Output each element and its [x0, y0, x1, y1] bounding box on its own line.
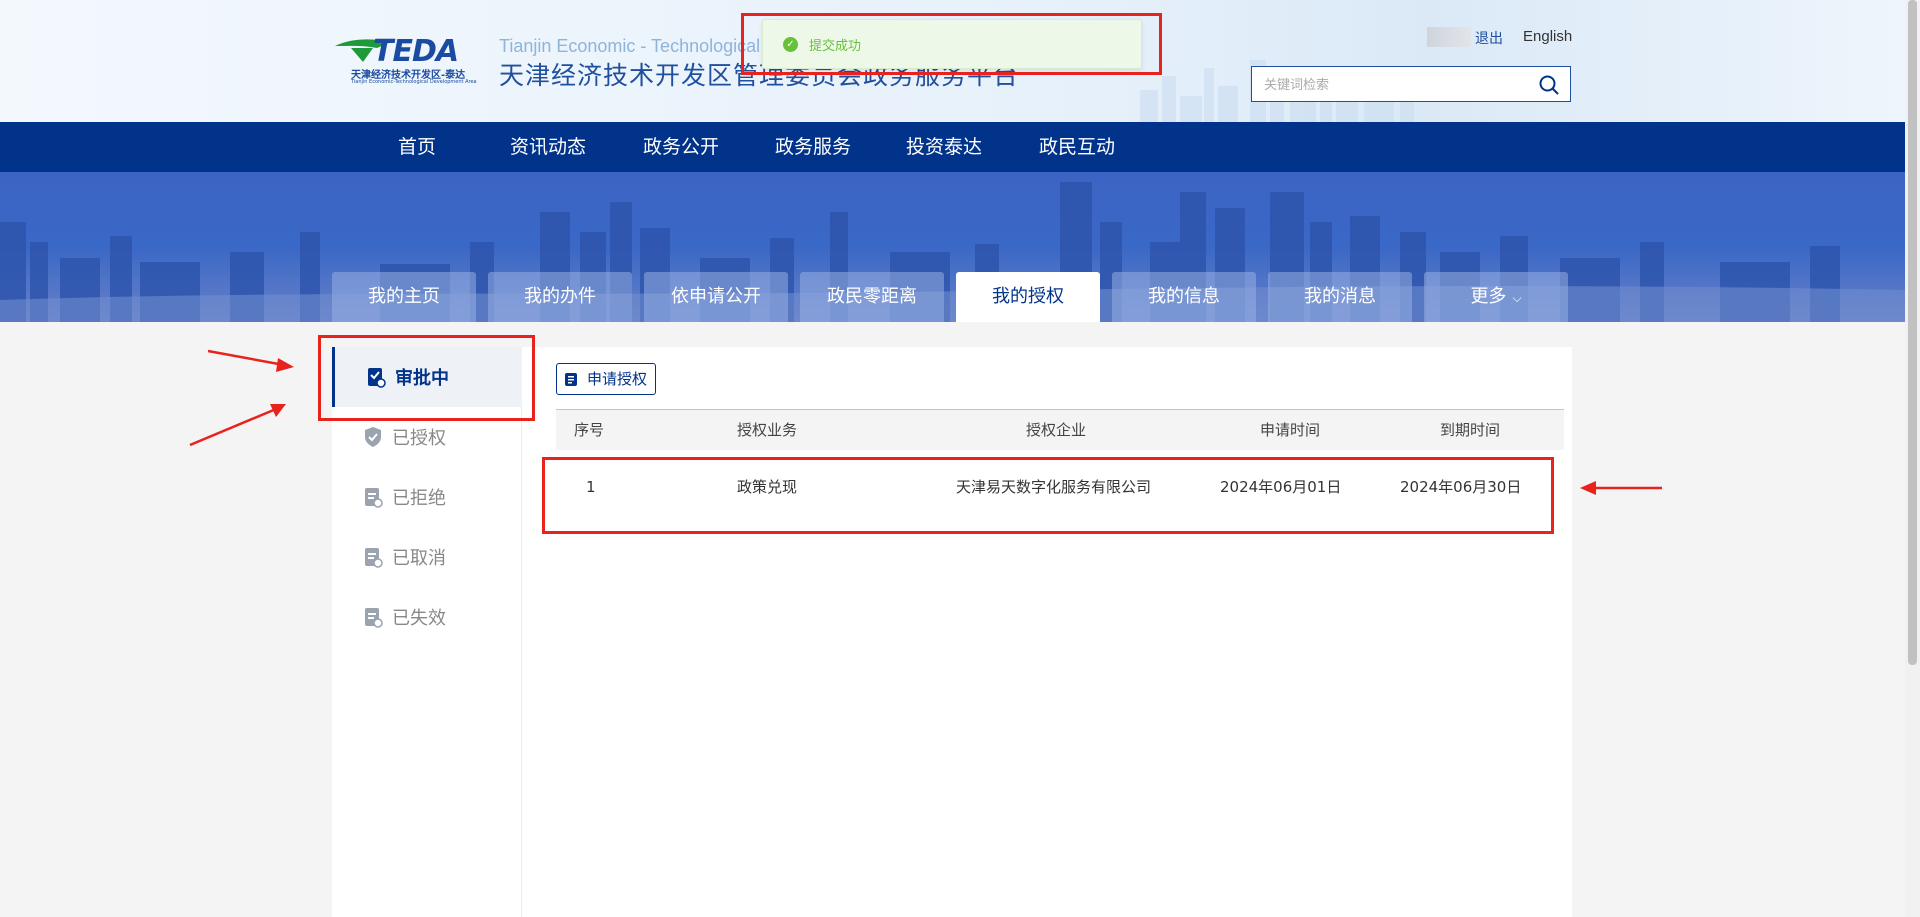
- apply-authorization-label: 申请授权: [587, 370, 648, 388]
- apply-authorization-button[interactable]: 申请授权: [556, 363, 657, 395]
- chevron-down-icon: ⌵: [1512, 291, 1522, 305]
- logo-text: TEDA: [373, 34, 459, 69]
- page-scrollbar[interactable]: [1905, 0, 1920, 917]
- english-link[interactable]: English: [1523, 28, 1572, 45]
- site-title-en: Tianjin Economic - Technological: [499, 36, 761, 56]
- authorization-list: 申请授权 序号 授权业务 授权企业 申请时间 到期时间 1 政策兑现 天津易天数…: [544, 347, 1564, 917]
- nav-item-news[interactable]: 资讯动态: [510, 122, 586, 172]
- nav-item-invest[interactable]: 投资泰达: [906, 122, 982, 172]
- tab-my-messages[interactable]: 我的消息: [1268, 272, 1412, 322]
- sidebar-item-label: 已授权: [392, 428, 446, 449]
- column-header-business: 授权业务: [737, 421, 798, 439]
- logout-link[interactable]: 退出: [1475, 28, 1503, 48]
- column-header-expire-time: 到期时间: [1440, 421, 1501, 439]
- content-panel: 审批中 已授权 已拒绝 已取消 已失效 申请授权 序号 授权业务 授权企业 申请…: [332, 347, 1572, 917]
- nav-item-home[interactable]: 首页: [398, 122, 436, 172]
- column-header-company: 授权企业: [1026, 421, 1087, 439]
- teda-logo[interactable]: TEDA 天津经济技术开发区-泰达 Tianjin Economic-Techn…: [333, 34, 489, 85]
- city-banner: [0, 172, 1905, 322]
- tab-my-info[interactable]: 我的信息: [1112, 272, 1256, 322]
- sidebar-item-label: 已取消: [392, 548, 446, 569]
- tab-my-cases[interactable]: 我的办件: [488, 272, 632, 322]
- doc-reject-icon: [365, 488, 383, 508]
- annotation-box-row: [542, 457, 1554, 534]
- status-sidebar: 审批中 已授权 已拒绝 已取消 已失效: [332, 347, 522, 917]
- scrollbar-thumb[interactable]: [1908, 0, 1917, 665]
- annotation-box-toast: [741, 13, 1162, 75]
- sidebar-item-cancelled[interactable]: 已取消: [332, 527, 522, 587]
- sidebar-item-rejected[interactable]: 已拒绝: [332, 467, 522, 527]
- main-nav: 首页 资讯动态 政务公开 政务服务 投资泰达 政民互动: [0, 122, 1905, 172]
- nav-item-gov-open[interactable]: 政务公开: [643, 122, 719, 172]
- sidebar-item-expired[interactable]: 已失效: [332, 587, 522, 647]
- column-header-apply-time: 申请时间: [1260, 421, 1321, 439]
- search-icon[interactable]: [1538, 74, 1560, 96]
- shield-check-icon: [365, 427, 381, 447]
- nav-item-gov-service[interactable]: 政务服务: [775, 122, 851, 172]
- tab-zero-distance[interactable]: 政民零距离: [800, 272, 944, 322]
- logo-en-text: Tianjin Economic-Technological Developme…: [351, 79, 477, 85]
- annotation-box-sidebar: [318, 335, 535, 421]
- user-name-blurred[interactable]: [1427, 27, 1471, 47]
- tab-my-home[interactable]: 我的主页: [332, 272, 476, 322]
- nav-item-interaction[interactable]: 政民互动: [1039, 122, 1115, 172]
- tab-apply-disclosure[interactable]: 依申请公开: [644, 272, 788, 322]
- search-box: [1251, 66, 1571, 102]
- sidebar-item-label: 已拒绝: [392, 488, 446, 509]
- doc-expired-icon: [365, 608, 383, 628]
- column-header-index: 序号: [574, 421, 605, 439]
- table-header: 序号 授权业务 授权企业 申请时间 到期时间: [556, 410, 1564, 450]
- tab-more[interactable]: 更多 ⌵: [1424, 272, 1568, 322]
- search-input[interactable]: [1264, 75, 1524, 95]
- tab-my-authorization[interactable]: 我的授权: [956, 272, 1100, 322]
- sidebar-item-label: 已失效: [392, 608, 446, 629]
- form-icon: [565, 373, 577, 386]
- city-skyline-image: [0, 182, 1905, 322]
- doc-cancel-icon: [365, 548, 383, 568]
- tab-more-label: 更多: [1470, 286, 1507, 307]
